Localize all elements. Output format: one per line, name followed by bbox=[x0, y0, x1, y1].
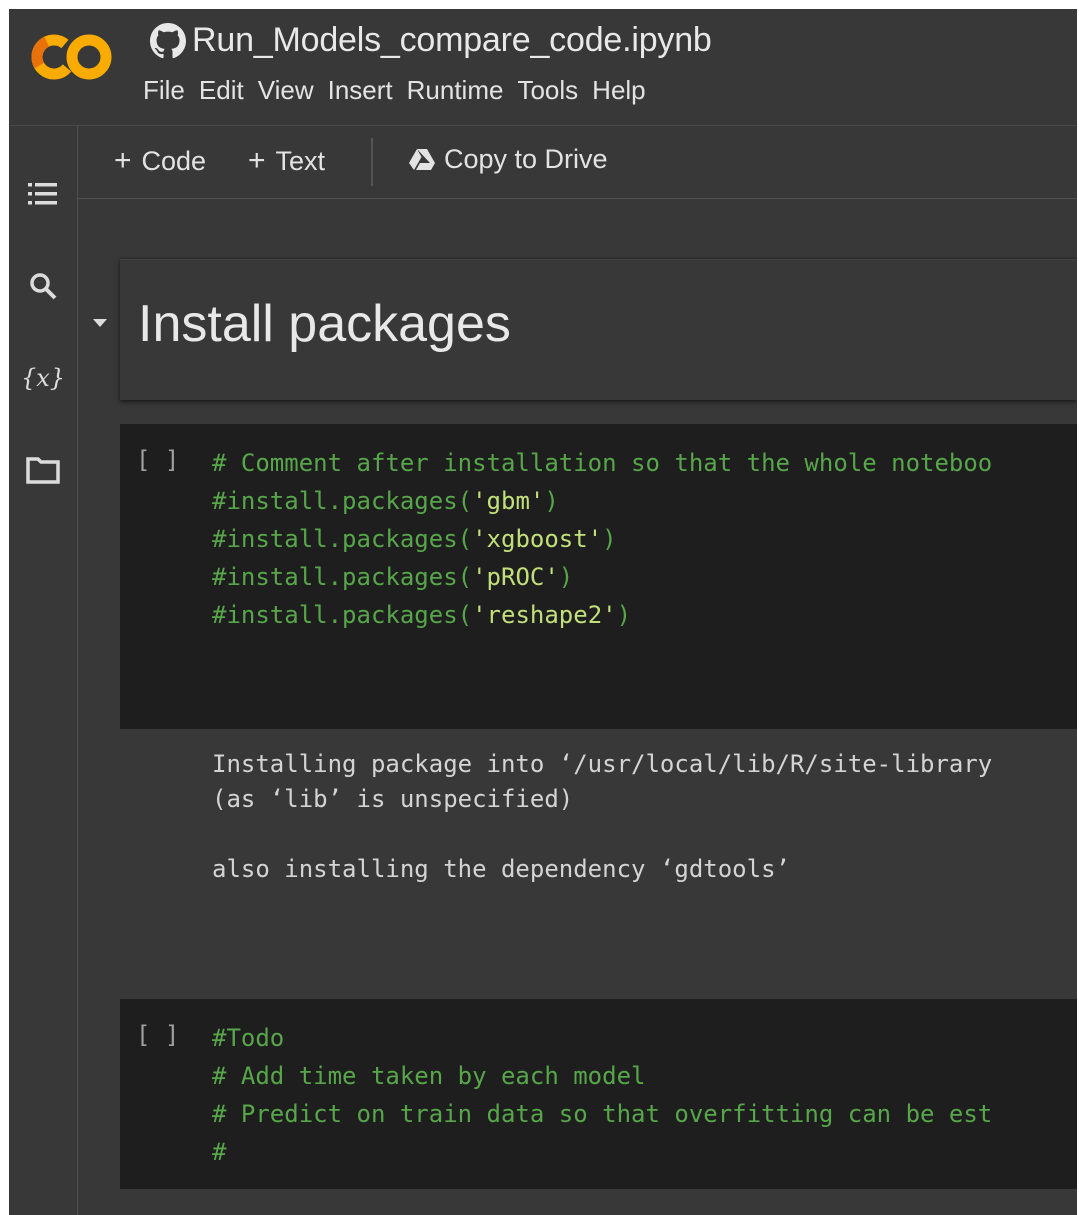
menu-insert[interactable]: Insert bbox=[328, 75, 393, 106]
add-text-cell-button[interactable]: + Text bbox=[248, 144, 325, 178]
code-cell-install[interactable]: [ ] # Comment after installation so that… bbox=[120, 424, 1077, 729]
code-paren: ) bbox=[616, 601, 632, 629]
cell-output: Installing package into ‘/usr/local/lib/… bbox=[212, 747, 992, 887]
section-heading: Install packages bbox=[138, 295, 511, 353]
header: Run_Models_compare_code.ipynb File Edit … bbox=[9, 9, 1077, 126]
code-line-prefix: #install.packages( bbox=[212, 487, 473, 515]
code-string: 'reshape2' bbox=[472, 601, 617, 629]
menu-edit[interactable]: Edit bbox=[199, 75, 244, 106]
add-code-label: Code bbox=[141, 145, 207, 176]
code-line-prefix: #install.packages( bbox=[212, 601, 473, 629]
code-paren: ) bbox=[558, 563, 574, 591]
code-line: # Predict on train data so that overfitt… bbox=[212, 1100, 993, 1128]
variables-icon[interactable]: {x} bbox=[20, 358, 66, 398]
menu-bar: File Edit View Insert Runtime Tools Help bbox=[143, 75, 660, 106]
output-line: Installing package into ‘/usr/local/lib/… bbox=[212, 750, 993, 778]
menu-view[interactable]: View bbox=[258, 75, 314, 106]
output-line: (as ‘lib’ is unspecified) bbox=[212, 785, 574, 813]
notebook-title[interactable]: Run_Models_compare_code.ipynb bbox=[192, 21, 712, 60]
left-sidebar: {x} bbox=[9, 126, 78, 1215]
code-line: # Comment after installation so that the… bbox=[212, 449, 993, 477]
folder-icon[interactable] bbox=[23, 450, 63, 490]
run-cell-button[interactable]: [ ] bbox=[136, 446, 179, 474]
code-editor[interactable]: # Comment after installation so that the… bbox=[212, 444, 992, 634]
code-line-prefix: #install.packages( bbox=[212, 525, 473, 553]
menu-tools[interactable]: Tools bbox=[517, 75, 578, 106]
menu-help[interactable]: Help bbox=[592, 75, 645, 106]
google-drive-icon bbox=[409, 148, 435, 170]
cell-toolbar: + Code + Text Copy to Drive bbox=[78, 126, 1077, 199]
code-editor[interactable]: #Todo # Add time taken by each model # P… bbox=[212, 1019, 992, 1171]
code-line: #Todo bbox=[212, 1024, 285, 1052]
table-of-contents-icon[interactable] bbox=[23, 174, 63, 214]
collapse-section-icon[interactable] bbox=[91, 317, 109, 329]
code-paren: ) bbox=[544, 487, 559, 515]
code-line: # Add time taken by each model bbox=[212, 1062, 646, 1090]
notebook-main: Install packages [ ] # Comment after ins… bbox=[78, 199, 1077, 1215]
output-line: also installing the dependency ‘gdtools’ bbox=[212, 855, 790, 883]
plus-icon: + bbox=[114, 144, 132, 177]
search-icon[interactable] bbox=[23, 266, 63, 306]
text-cell-heading[interactable]: Install packages bbox=[120, 259, 1077, 400]
code-line-prefix: #install.packages( bbox=[212, 563, 473, 591]
code-string: 'xgboost' bbox=[472, 525, 603, 553]
code-line: # bbox=[212, 1138, 227, 1166]
plus-icon: + bbox=[248, 144, 266, 177]
copy-to-drive-button[interactable]: Copy to Drive bbox=[408, 144, 608, 175]
code-string: 'gbm' bbox=[472, 487, 545, 515]
toolbar-divider bbox=[371, 138, 373, 186]
add-text-label: Text bbox=[275, 145, 326, 176]
menu-runtime[interactable]: Runtime bbox=[407, 75, 504, 106]
code-cell-todo[interactable]: [ ] #Todo # Add time taken by each model… bbox=[120, 999, 1077, 1189]
run-cell-button[interactable]: [ ] bbox=[136, 1021, 179, 1049]
code-string: 'pROC' bbox=[472, 563, 559, 591]
menu-file[interactable]: File bbox=[143, 75, 185, 106]
variables-glyph: {x} bbox=[20, 364, 66, 392]
colab-logo[interactable] bbox=[27, 27, 117, 87]
add-code-cell-button[interactable]: + Code bbox=[114, 144, 206, 178]
code-paren: ) bbox=[602, 525, 617, 553]
title-row: Run_Models_compare_code.ipynb bbox=[150, 21, 712, 60]
copy-to-drive-label: Copy to Drive bbox=[444, 144, 608, 174]
colab-window: Run_Models_compare_code.ipynb File Edit … bbox=[9, 9, 1077, 1215]
github-icon bbox=[150, 22, 186, 58]
